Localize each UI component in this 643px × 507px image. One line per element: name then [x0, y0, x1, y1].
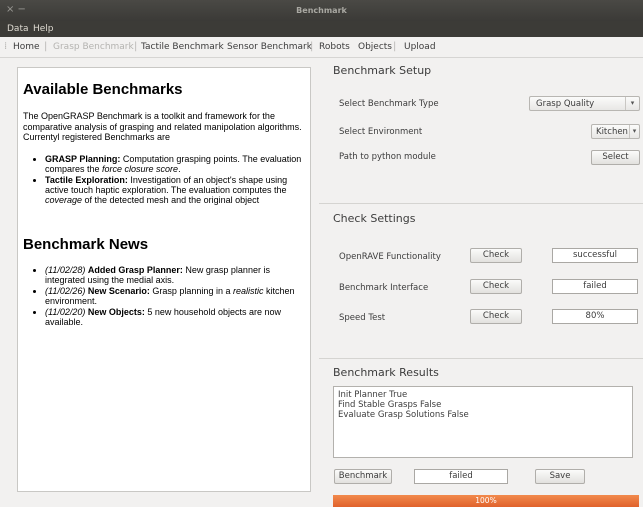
toolbar-separator: | [393, 41, 397, 52]
progress-label: 100% [475, 496, 497, 505]
select-button[interactable]: Select [591, 150, 640, 165]
speed-result-field: 80% [552, 309, 638, 324]
section-divider [319, 203, 643, 204]
benchmark-button[interactable]: Benchmark [334, 469, 392, 484]
log-line: Init Planner True [338, 390, 408, 400]
check-settings-section: Check Settings OpenRAVE Functionality Ch… [319, 206, 643, 346]
tab-tactile-benchmark[interactable]: Tactile Benchmark [141, 42, 224, 52]
benchmark-setup-section: Benchmark Setup Select Benchmark Type Gr… [319, 58, 643, 198]
openrave-result-field: successful [552, 248, 638, 263]
benchmark-news-heading: Benchmark News [23, 236, 149, 253]
toolbar: ⁞ Home | Grasp Benchmark | Tactile Bench… [0, 37, 643, 58]
benchmark-status-field: failed [414, 469, 508, 484]
tab-grasp-benchmark[interactable]: Grasp Benchmark [53, 42, 134, 52]
menu-help[interactable]: Help [33, 24, 54, 34]
log-line: Find Stable Grasps False [338, 400, 442, 410]
check-settings-title: Check Settings [333, 212, 416, 225]
info-panel: Available Benchmarks The OpenGRASP Bench… [17, 67, 311, 492]
window-title: Benchmark [296, 6, 347, 15]
toolbar-separator: | [44, 41, 48, 52]
tab-upload[interactable]: Upload [404, 42, 436, 52]
tab-objects[interactable]: Objects [358, 42, 392, 52]
environment-select[interactable]: Kitchen ▾ [591, 124, 640, 139]
toolbar-separator: | [310, 41, 314, 52]
list-item: Tactile Exploration: Investigation of an… [45, 175, 307, 205]
intro-text: The OpenGRASP Benchmark is a toolkit and… [23, 111, 302, 142]
tab-home[interactable]: Home [13, 42, 40, 52]
progress-bar: 100% [333, 495, 639, 507]
interface-result-field: failed [552, 279, 638, 294]
benchmark-results-title: Benchmark Results [333, 366, 439, 379]
list-item: (11/02/28) Added Grasp Planner: New gras… [45, 265, 307, 285]
benchmark-type-label: Select Benchmark Type [339, 99, 439, 109]
tab-sensor-benchmark[interactable]: Sensor Benchmark [227, 42, 312, 52]
section-divider [319, 358, 643, 359]
check-speed-button[interactable]: Check [470, 309, 522, 324]
check-row-label: OpenRAVE Functionality [339, 252, 441, 262]
list-item: (11/02/26) New Scenario: Grasp planning … [45, 286, 307, 306]
check-interface-button[interactable]: Check [470, 279, 522, 294]
title-bar: × − Benchmark [0, 0, 643, 21]
menu-data[interactable]: Data [7, 24, 29, 34]
list-item: GRASP Planning: Computation grasping poi… [45, 154, 307, 174]
chevron-down-icon: ▾ [625, 97, 639, 110]
benchmark-list: GRASP Planning: Computation grasping poi… [23, 154, 307, 206]
news-list: (11/02/28) Added Grasp Planner: New gras… [23, 265, 307, 328]
python-module-label: Path to python module [339, 152, 436, 162]
check-openrave-button[interactable]: Check [470, 248, 522, 263]
menu-bar: Data Help [0, 21, 643, 37]
toolbar-separator: | [134, 41, 138, 52]
tab-robots[interactable]: Robots [319, 42, 350, 52]
environment-label: Select Environment [339, 127, 423, 137]
benchmark-setup-title: Benchmark Setup [333, 64, 432, 77]
chevron-down-icon: ▾ [629, 125, 639, 138]
list-item: (11/02/20) New Objects: 5 new household … [45, 307, 307, 327]
check-row-label: Benchmark Interface [339, 283, 429, 293]
toolbar-handle-icon: ⁞ [4, 41, 8, 52]
results-log[interactable]: Init Planner True Find Stable Grasps Fal… [333, 386, 633, 458]
check-row-label: Speed Test [339, 313, 386, 323]
benchmark-type-select[interactable]: Grasp Quality ▾ [529, 96, 640, 111]
save-button[interactable]: Save [535, 469, 585, 484]
available-benchmarks-heading: Available Benchmarks [23, 81, 183, 98]
log-line: Evaluate Grasp Solutions False [338, 410, 469, 420]
